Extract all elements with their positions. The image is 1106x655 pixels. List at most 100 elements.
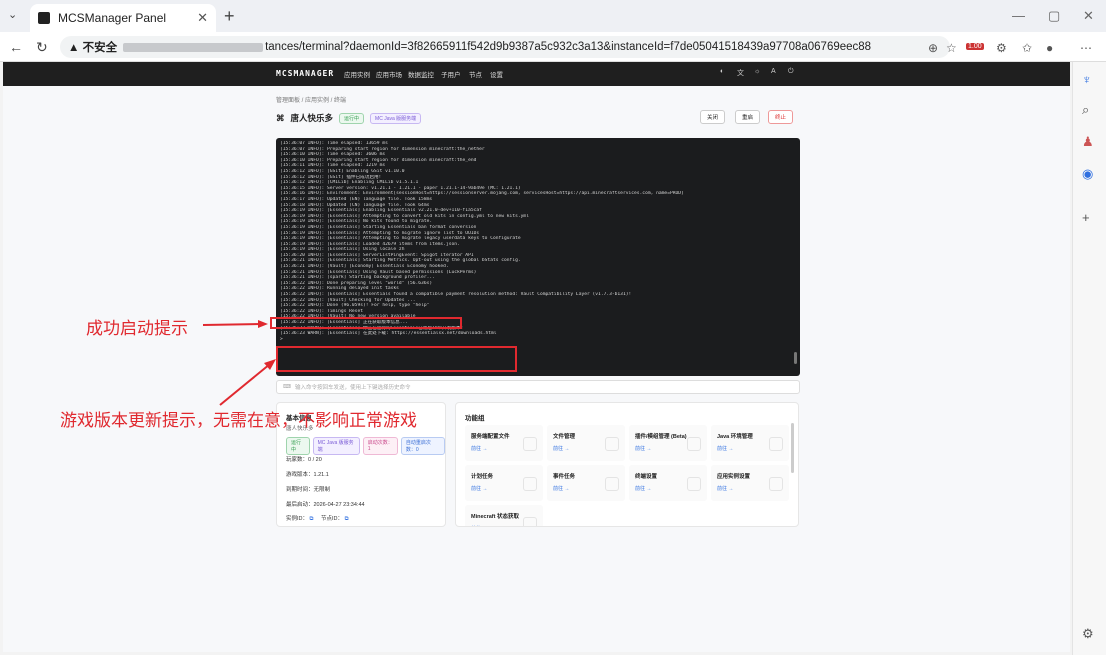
feature-item[interactable]: 事件任务 前往 → xyxy=(547,465,625,501)
terminal-line: > xyxy=(280,336,283,342)
feature-name: 服务端配置文件 xyxy=(471,434,510,440)
url-text: tances/terminal?daemonId=3f82665911f542d… xyxy=(265,41,872,53)
feature-go-link[interactable]: 前往 → xyxy=(553,485,569,492)
auto-restart-badge: 自动重启次数：0 xyxy=(400,437,445,455)
instance-id-label: 实例ID： xyxy=(286,516,309,522)
github-icon[interactable]: ◐ xyxy=(720,68,724,75)
nav-users[interactable]: 子用户 xyxy=(441,69,461,79)
app-icon[interactable]: ◉ xyxy=(1082,166,1093,182)
feature-go-link[interactable]: 前往 → xyxy=(717,485,733,492)
restart-label: 重启 xyxy=(742,115,754,121)
nav-instances[interactable]: 应用实例 xyxy=(344,69,370,79)
brand-logo[interactable]: MCSMANAGER xyxy=(276,69,334,78)
person-icon[interactable]: ♟ xyxy=(1082,134,1094,150)
nav-settings[interactable]: 设置 xyxy=(490,69,503,79)
theme-icon[interactable]: ☼ xyxy=(754,68,760,75)
features-scrollbar[interactable] xyxy=(791,423,794,473)
copy-icon[interactable]: ⧉ xyxy=(345,516,349,522)
terminal-scrollbar[interactable] xyxy=(794,352,797,364)
nav-market[interactable]: 应用市场 xyxy=(376,69,402,79)
sidebar-settings-icon[interactable]: ⚙ xyxy=(1082,626,1094,642)
feature-item[interactable]: 文件管理前往 → xyxy=(547,425,625,461)
feature-icon xyxy=(523,517,537,526)
expire-row: 到期时间：无限制 xyxy=(286,487,331,493)
browser-tab-strip: ⌄ MCSManager Panel ✕ + — ▢ ✕ xyxy=(0,0,1106,32)
language-icon[interactable]: 文 xyxy=(737,68,744,78)
favorites-icon[interactable]: ✩ xyxy=(1022,41,1032,55)
feature-go-link[interactable]: 前往 → xyxy=(471,445,487,452)
extension-badge[interactable]: 1.00 xyxy=(966,43,984,50)
web-page: MCSMANAGER 应用实例 应用市场 数据监控 子用户 节点 设置 ◐ 文 … xyxy=(3,62,1070,652)
browser-tab[interactable]: MCSManager Panel ✕ xyxy=(30,4,216,32)
url-field[interactable]: ▲ 不安全 tances/terminal?daemonId=3f8266591… xyxy=(60,36,950,58)
back-icon[interactable]: ← xyxy=(9,39,23,55)
feature-go-link[interactable]: 前往 → xyxy=(635,485,651,492)
more-menu-icon[interactable]: ⋯ xyxy=(1080,41,1092,55)
version-row: 游戏版本：1.21.1 xyxy=(286,472,329,478)
feature-item[interactable]: Minecraft 状态获取前往 → xyxy=(465,505,543,526)
nav-nodes[interactable]: 节点 xyxy=(469,69,482,79)
feature-icon xyxy=(687,437,701,451)
feature-name: Java 环境管理 xyxy=(717,434,753,440)
feature-item[interactable]: 插件/模组管理 (Beta) 前往 → xyxy=(629,425,707,461)
status-badge: 运行中 xyxy=(286,437,310,455)
restore-button[interactable]: ▢ xyxy=(1048,8,1060,24)
features-title: 功能组 xyxy=(465,415,485,422)
feature-name: 计划任务 xyxy=(471,474,494,480)
close-button[interactable]: 关闭 xyxy=(700,110,726,124)
user-icon[interactable]: A xyxy=(771,68,776,75)
feature-name: 文件管理 xyxy=(553,434,576,440)
redacted-host xyxy=(123,42,264,52)
feature-item[interactable]: Java 环境管理 前往 → xyxy=(711,425,789,461)
command-placeholder: 输入命令按回车发送，使用上下键选择历史命令 xyxy=(294,385,411,391)
new-tab-icon[interactable]: + xyxy=(224,6,235,27)
feature-item[interactable]: 终端设置 前往 → xyxy=(629,465,707,501)
type-badge: MC Java 版服务端 xyxy=(312,437,360,455)
success-highlight-box xyxy=(270,317,462,329)
breadcrumb: 管理面板 / 应用实例 / 终端 xyxy=(276,98,347,104)
basic-info-badges: 运行中 MC Java 版服务端 启动次数：1 自动重启次数：0 xyxy=(286,437,445,455)
feature-item[interactable]: 计划任务前往 → xyxy=(465,465,543,501)
search-icon[interactable]: ⌕ xyxy=(1082,102,1089,118)
copy-icon[interactable]: ⧉ xyxy=(310,516,314,522)
security-warning[interactable]: ▲ 不安全 xyxy=(68,39,117,55)
browser-sidebar: ♆ ⌕ ♟ ◉ + ⚙ xyxy=(1072,62,1106,655)
feature-icon xyxy=(605,477,619,491)
feature-item[interactable]: 应用实例设置 前往 → xyxy=(711,465,789,501)
feature-go-link[interactable]: 前往 → xyxy=(471,485,487,492)
copilot-icon[interactable]: ♆ xyxy=(1082,72,1092,87)
status-badge: 运行中 xyxy=(339,112,365,124)
page-title: ⌘ 唐人快乐多 运行中 MC Java 版服务端 xyxy=(276,112,422,124)
profile-avatar[interactable]: ● xyxy=(1046,41,1053,55)
feature-name: Minecraft 状态获取 xyxy=(471,514,519,520)
address-bar-row: ← ↻ ▲ 不安全 tances/terminal?daemonId=3f826… xyxy=(0,32,1106,62)
close-window-button[interactable]: ✕ xyxy=(1083,8,1094,24)
minimize-button[interactable]: — xyxy=(1012,8,1025,23)
feature-go-link[interactable]: 前往 → xyxy=(553,445,569,452)
logout-icon[interactable]: ⏻ xyxy=(788,68,794,76)
terminal-output[interactable]: [15:36:07 INFO]: Time elapsed: 13659 ms[… xyxy=(276,138,800,376)
restart-button[interactable]: 重启 xyxy=(735,110,761,124)
warning-highlight-box xyxy=(276,346,517,372)
feature-icon xyxy=(687,477,701,491)
zoom-icon[interactable]: ⊕ xyxy=(928,41,938,55)
feature-item[interactable]: 服务端配置文件 前往 → xyxy=(465,425,543,461)
favorite-star-icon[interactable]: ☆ xyxy=(946,41,957,55)
reload-icon[interactable]: ↻ xyxy=(36,39,48,56)
feature-go-link[interactable]: 前往 → xyxy=(635,445,651,452)
stop-label: 终止 xyxy=(775,115,787,121)
stop-button[interactable]: 终止 xyxy=(768,110,794,124)
nav-monitor[interactable]: 数据监控 xyxy=(408,69,434,79)
app-header: MCSMANAGER 应用实例 应用市场 数据监控 子用户 节点 设置 ◐ 文 … xyxy=(3,62,1070,86)
command-input[interactable]: ⌨ 输入命令按回车发送，使用上下键选择历史命令 xyxy=(276,380,800,394)
success-annotation: 成功启动提示 xyxy=(86,319,188,339)
extensions-icon[interactable]: ⚙ xyxy=(996,41,1007,55)
tab-list-chevron-icon[interactable]: ⌄ xyxy=(8,8,17,21)
feature-go-link[interactable]: 前往 → xyxy=(717,445,733,452)
feature-go-link[interactable]: 前往 → xyxy=(471,525,487,526)
players-row: 玩家数：0 / 20 xyxy=(286,457,322,463)
feature-icon xyxy=(769,437,783,451)
feature-icon xyxy=(523,437,537,451)
add-icon[interactable]: + xyxy=(1082,210,1090,225)
tab-close-icon[interactable]: ✕ xyxy=(197,10,208,26)
